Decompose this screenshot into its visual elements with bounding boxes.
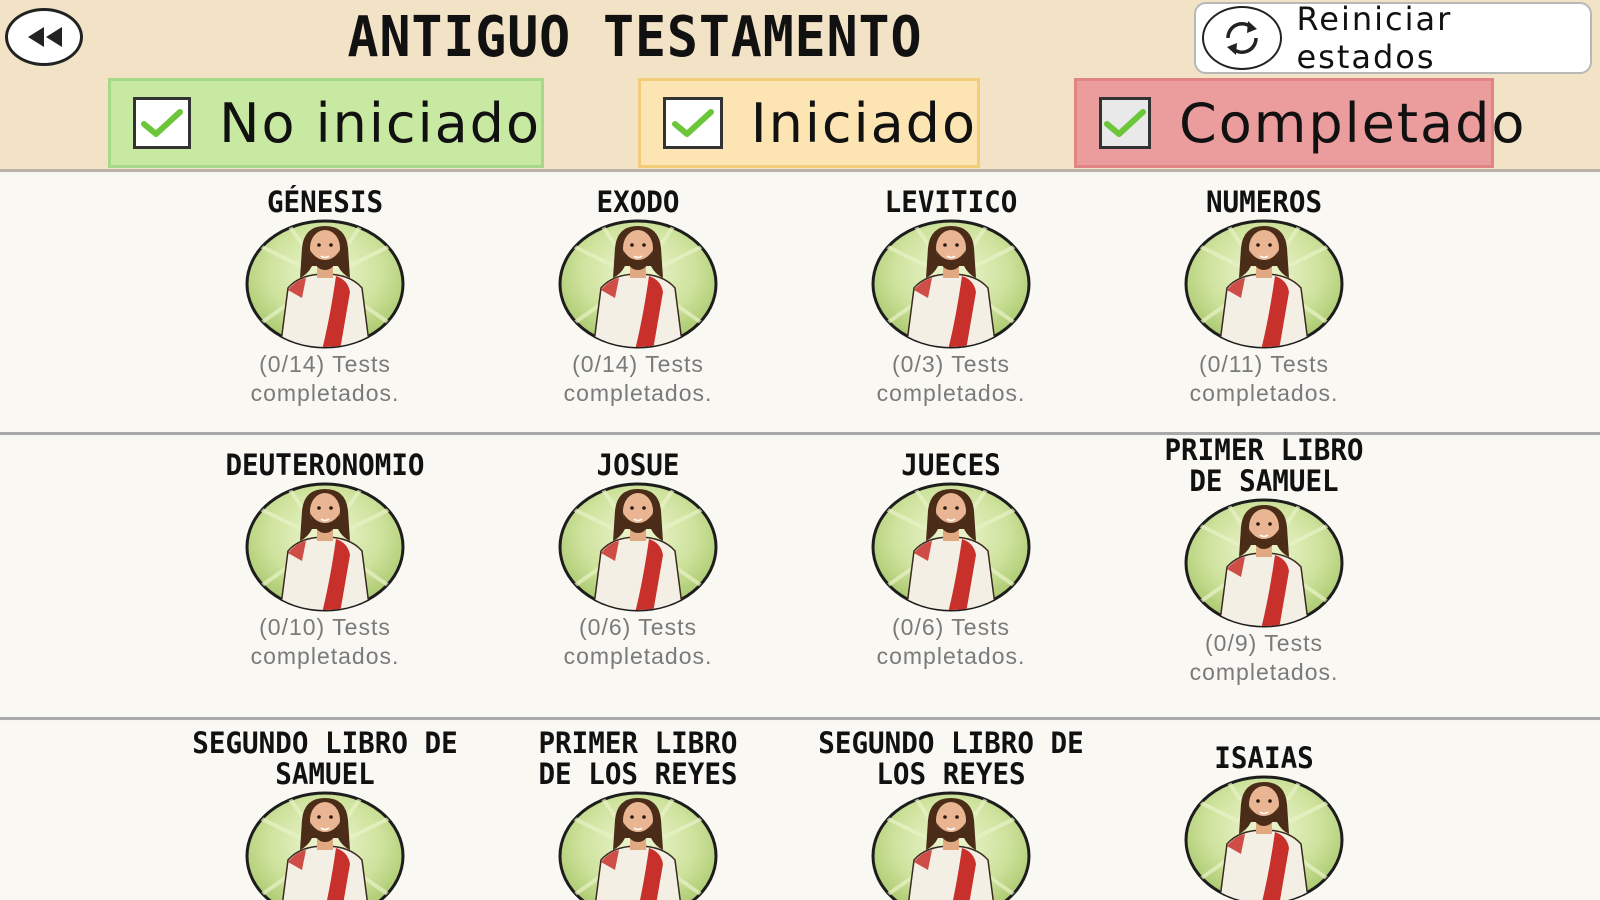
filter-label: No iniciado [219,91,541,155]
jesus-avatar-icon [870,218,1032,350]
jesus-avatar-icon [557,218,719,350]
book-title: ISAIAS [1214,741,1314,775]
book-title: LEVITICO [884,185,1018,219]
book-title: JOSUE [596,448,680,482]
jesus-avatar-icon [244,790,406,900]
book-progress: (0/10) Tests completados. [250,614,400,669]
book-card-deuteronomio[interactable]: DEUTERONOMIO (0/10) Tests completados. [175,450,475,671]
refresh-icon [1202,6,1283,70]
checkbox-started[interactable] [663,97,723,149]
book-title: SEGUNDO LIBRO DE LOS REYES [818,726,1084,791]
reset-states-button[interactable]: Reiniciar estados [1194,0,1592,76]
check-icon [141,109,184,137]
jesus-avatar-icon [1183,497,1345,629]
page-title: ANTIGUO TESTAMENTO [347,5,923,70]
book-title: PRIMER LIBRO DE SAMUEL [1164,433,1364,498]
book-title: JUECES [901,448,1001,482]
book-progress: (0/3) Tests completados. [876,351,1026,406]
reset-states-label: Reiniciar estados [1296,0,1453,76]
jesus-avatar-icon [870,481,1032,613]
filter-label: Iniciado [750,91,977,155]
book-card-segundo-samuel[interactable]: SEGUNDO LIBRO DE SAMUEL [175,728,475,900]
book-title: SEGUNDO LIBRO DE SAMUEL [192,726,458,791]
back-button[interactable] [5,8,83,66]
check-icon [671,109,714,137]
checkbox-not-started[interactable] [133,97,192,149]
filter-not-started[interactable]: No iniciado [108,78,544,168]
book-card-jueces[interactable]: JUECES (0/6) Tests completados. [801,450,1101,671]
jesus-avatar-icon [1183,218,1345,350]
book-title: DEUTERONOMIO [225,448,425,482]
jesus-avatar-icon [1183,774,1345,900]
jesus-avatar-icon [557,790,719,900]
book-progress: (0/6) Tests completados. [563,614,713,669]
book-card-genesis[interactable]: GÉNESIS (0/14) Tests completados. [175,187,475,408]
book-card-isaias[interactable]: ISAIAS [1114,743,1414,900]
book-title: NUMEROS [1205,185,1323,219]
book-card-primer-samuel[interactable]: PRIMER LIBRO DE SAMUEL (0/9) Tests comple… [1114,435,1414,687]
book-title: EXODO [596,185,680,219]
checkbox-completed[interactable] [1099,97,1151,149]
book-row: DEUTERONOMIO (0/10) Tests completados. JO… [0,435,1600,720]
book-progress: (0/11) Tests completados. [1189,351,1339,406]
book-card-numeros[interactable]: NUMEROS (0/11) Tests completados. [1114,187,1414,408]
jesus-avatar-icon [557,481,719,613]
book-title: GÉNESIS [266,185,384,219]
filter-completed[interactable]: Completado [1074,78,1524,168]
book-row: SEGUNDO LIBRO DE SAMUEL PRIMER LIBRO DE … [0,723,1600,900]
header: ANTIGUO TESTAMENTO Reiniciar estados No … [0,0,1600,172]
book-progress: (0/14) Tests completados. [250,351,400,406]
filter-started[interactable]: Iniciado [638,78,980,168]
check-icon [1104,109,1146,137]
rewind-icon [28,27,62,47]
book-progress: (0/9) Tests completados. [1189,630,1339,685]
book-card-levitico[interactable]: LEVITICO (0/3) Tests completados. [801,187,1101,408]
book-card-segundo-reyes[interactable]: SEGUNDO LIBRO DE LOS REYES [801,728,1101,900]
book-card-exodo[interactable]: EXODO (0/14) Tests completados. [488,187,788,408]
book-title: PRIMER LIBRO DE LOS REYES [538,726,738,791]
book-row: GÉNESIS (0/14) Tests completados. EXODO (… [0,175,1600,435]
book-card-josue[interactable]: JOSUE (0/6) Tests completados. [488,450,788,671]
book-progress: (0/14) Tests completados. [563,351,713,406]
jesus-avatar-icon [244,218,406,350]
book-card-primer-reyes[interactable]: PRIMER LIBRO DE LOS REYES [488,728,788,900]
filter-label: Completado [1179,91,1527,155]
jesus-avatar-icon [870,790,1032,900]
book-progress: (0/6) Tests completados. [876,614,1026,669]
jesus-avatar-icon [244,481,406,613]
